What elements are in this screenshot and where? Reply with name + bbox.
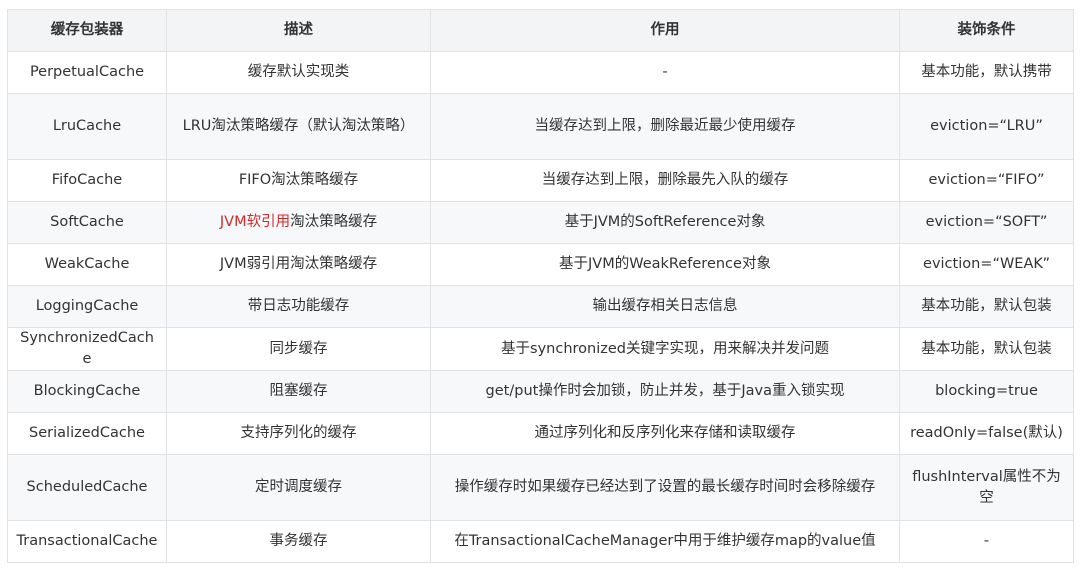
cell-effect: get/put操作时会加锁，防止并发，基于Java重入锁实现 <box>430 370 900 413</box>
cell-cond: flushInterval属性不为空 <box>899 454 1074 521</box>
table-row: ScheduledCache 定时调度缓存 操作缓存时如果缓存已经达到了设置的最… <box>7 454 1074 521</box>
cell-name: FifoCache <box>7 159 167 202</box>
table-row: LruCache LRU淘汰策略缓存（默认淘汰策略） 当缓存达到上限，删除最近最… <box>7 93 1074 160</box>
cell-effect: 基于JVM的SoftReference对象 <box>430 201 900 244</box>
cell-cond: readOnly=false(默认) <box>899 412 1074 455</box>
cell-effect: 操作缓存时如果缓存已经达到了设置的最长缓存时间时会移除缓存 <box>430 454 900 521</box>
cell-cond: - <box>899 520 1074 563</box>
cell-effect: 基于JVM的WeakReference对象 <box>430 243 900 286</box>
cache-decorator-table-wrapper: 缓存包装器 描述 作用 装饰条件 PerpetualCache 缓存默认实现类 … <box>7 9 1074 563</box>
table-body: PerpetualCache 缓存默认实现类 - 基本功能，默认携带 LruCa… <box>7 51 1074 563</box>
table-row: BlockingCache 阻塞缓存 get/put操作时会加锁，防止并发，基于… <box>7 370 1074 413</box>
cell-desc: 缓存默认实现类 <box>166 51 431 94</box>
cell-name: TransactionalCache <box>7 520 167 563</box>
header-cache-wrapper: 缓存包装器 <box>7 9 167 52</box>
cell-desc: 同步缓存 <box>166 327 431 371</box>
cell-desc: FIFO淘汰策略缓存 <box>166 159 431 202</box>
cell-desc: 定时调度缓存 <box>166 454 431 521</box>
cell-desc-text: 淘汰策略缓存 <box>290 214 378 230</box>
header-description: 描述 <box>166 9 431 52</box>
cell-name: SoftCache <box>7 201 167 244</box>
table-row: SoftCache JVM软引用淘汰策略缓存 基于JVM的SoftReferen… <box>7 201 1074 244</box>
cell-cond: eviction=“SOFT” <box>899 201 1074 244</box>
header-effect: 作用 <box>430 9 900 52</box>
table-row: LoggingCache 带日志功能缓存 输出缓存相关日志信息 基本功能，默认包… <box>7 285 1074 328</box>
cell-effect: 输出缓存相关日志信息 <box>430 285 900 328</box>
cell-effect: - <box>430 51 900 94</box>
cell-cond: 基本功能，默认包装 <box>899 327 1074 371</box>
cell-desc: LRU淘汰策略缓存（默认淘汰策略） <box>166 93 431 160</box>
table-header: 缓存包装器 描述 作用 装饰条件 <box>7 9 1074 52</box>
cell-desc: JVM软引用淘汰策略缓存 <box>166 201 431 244</box>
cell-desc: 带日志功能缓存 <box>166 285 431 328</box>
cell-name: SynchronizedCache <box>7 327 167 371</box>
cell-desc: 事务缓存 <box>166 520 431 563</box>
cell-effect: 基于synchronized关键字实现，用来解决并发问题 <box>430 327 900 371</box>
header-condition: 装饰条件 <box>899 9 1074 52</box>
cell-name: BlockingCache <box>7 370 167 413</box>
cell-name: LoggingCache <box>7 285 167 328</box>
table-row: TransactionalCache 事务缓存 在TransactionalCa… <box>7 520 1074 563</box>
cell-name: PerpetualCache <box>7 51 167 94</box>
cache-decorator-table: 缓存包装器 描述 作用 装饰条件 PerpetualCache 缓存默认实现类 … <box>7 9 1074 563</box>
cell-name: WeakCache <box>7 243 167 286</box>
cell-cond: 基本功能，默认包装 <box>899 285 1074 328</box>
cell-desc: JVM弱引用淘汰策略缓存 <box>166 243 431 286</box>
cell-effect: 当缓存达到上限，删除最近最少使用缓存 <box>430 93 900 160</box>
cell-cond: blocking=true <box>899 370 1074 413</box>
cell-cond: eviction=“LRU” <box>899 93 1074 160</box>
cell-name: ScheduledCache <box>7 454 167 521</box>
table-row: WeakCache JVM弱引用淘汰策略缓存 基于JVM的WeakReferen… <box>7 243 1074 286</box>
table-row: FifoCache FIFO淘汰策略缓存 当缓存达到上限，删除最先入队的缓存 e… <box>7 159 1074 202</box>
table-row: PerpetualCache 缓存默认实现类 - 基本功能，默认携带 <box>7 51 1074 94</box>
cell-desc: 支持序列化的缓存 <box>166 412 431 455</box>
cell-name: LruCache <box>7 93 167 160</box>
cell-desc: 阻塞缓存 <box>166 370 431 413</box>
cell-effect: 在TransactionalCacheManager中用于维护缓存map的val… <box>430 520 900 563</box>
cell-cond: 基本功能，默认携带 <box>899 51 1074 94</box>
cell-cond: eviction=“WEAK” <box>899 243 1074 286</box>
cell-cond: eviction=“FIFO” <box>899 159 1074 202</box>
highlight-link-jvm-soft-reference[interactable]: JVM软引用 <box>220 214 290 230</box>
cell-name: SerializedCache <box>7 412 167 455</box>
table-row: SerializedCache 支持序列化的缓存 通过序列化和反序列化来存储和读… <box>7 412 1074 455</box>
cell-effect: 通过序列化和反序列化来存储和读取缓存 <box>430 412 900 455</box>
table-row: SynchronizedCache 同步缓存 基于synchronized关键字… <box>7 327 1074 371</box>
cell-effect: 当缓存达到上限，删除最先入队的缓存 <box>430 159 900 202</box>
header-row: 缓存包装器 描述 作用 装饰条件 <box>7 9 1074 52</box>
